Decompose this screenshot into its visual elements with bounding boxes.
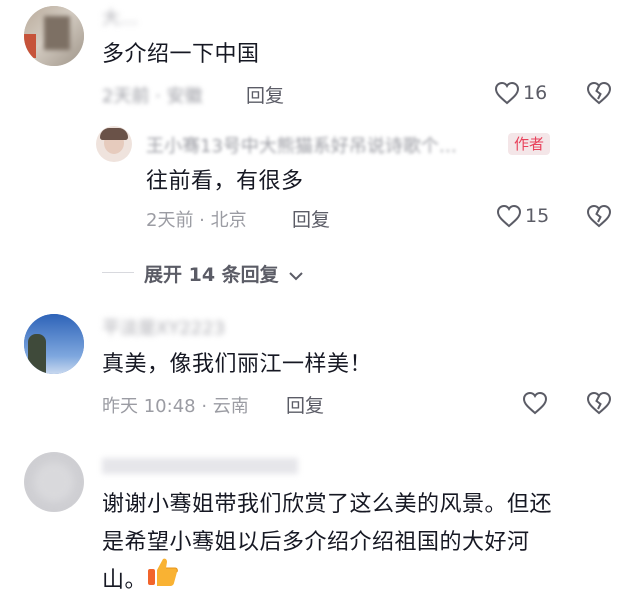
comment-text: 真美，像我们丽江一样美！ <box>102 352 373 377</box>
reply-avatar-hair <box>100 128 128 140</box>
avatar-mosaic <box>44 16 70 50</box>
expand-divider <box>102 272 134 273</box>
comment-username[interactable]: 大… <box>102 4 138 30</box>
comment-text: 多介绍一下中国 <box>102 42 260 67</box>
expand-replies-button[interactable]: 展开 14 条回复 <box>144 260 304 287</box>
comment-meta: 2天前 · 安徽 <box>102 86 203 107</box>
broken-heart-icon[interactable] <box>586 391 612 415</box>
comment-text-line-2: 是希望小骞姐以后多介绍介绍祖国的大好河 <box>102 530 530 555</box>
avatar[interactable] <box>24 6 84 66</box>
reply-button[interactable]: 回复 <box>286 391 324 418</box>
comment-text-line-3: 山。 <box>102 568 148 593</box>
heart-icon[interactable] <box>494 81 520 105</box>
comment-username[interactable]: 平淡是XY2223 <box>102 314 225 340</box>
like-count: 15 <box>525 205 550 227</box>
thumbs-up-icon <box>146 556 180 588</box>
avatar-accent <box>24 34 36 58</box>
expand-replies-label: 展开 14 条回复 <box>144 264 279 286</box>
comment-text-line-1: 谢谢小骞姐带我们欣赏了这么美的风景。但还 <box>102 492 553 517</box>
comment-meta: 昨天 10:48 · 云南 <box>102 396 249 417</box>
reply-button[interactable]: 回复 <box>292 205 330 232</box>
avatar-blur <box>34 462 74 502</box>
chevron-down-icon <box>289 271 304 281</box>
broken-heart-icon[interactable] <box>586 204 612 228</box>
like-count: 16 <box>523 82 548 104</box>
comment-username-redacted <box>102 458 298 474</box>
avatar-tree <box>28 334 46 374</box>
reply-avatar[interactable] <box>96 126 132 162</box>
reply-username[interactable]: 王小骞13号中大熊猫系好吊说诗歌个… <box>146 132 496 158</box>
heart-icon[interactable] <box>496 204 522 228</box>
heart-icon[interactable] <box>522 391 548 415</box>
reply-meta: 2天前 · 北京 <box>146 210 247 231</box>
reply-button[interactable]: 回复 <box>246 81 284 108</box>
avatar[interactable] <box>24 452 84 512</box>
broken-heart-icon[interactable] <box>586 81 612 105</box>
reply-text: 往前看，有很多 <box>146 169 304 194</box>
avatar[interactable] <box>24 314 84 374</box>
author-badge: 作者 <box>508 133 551 155</box>
